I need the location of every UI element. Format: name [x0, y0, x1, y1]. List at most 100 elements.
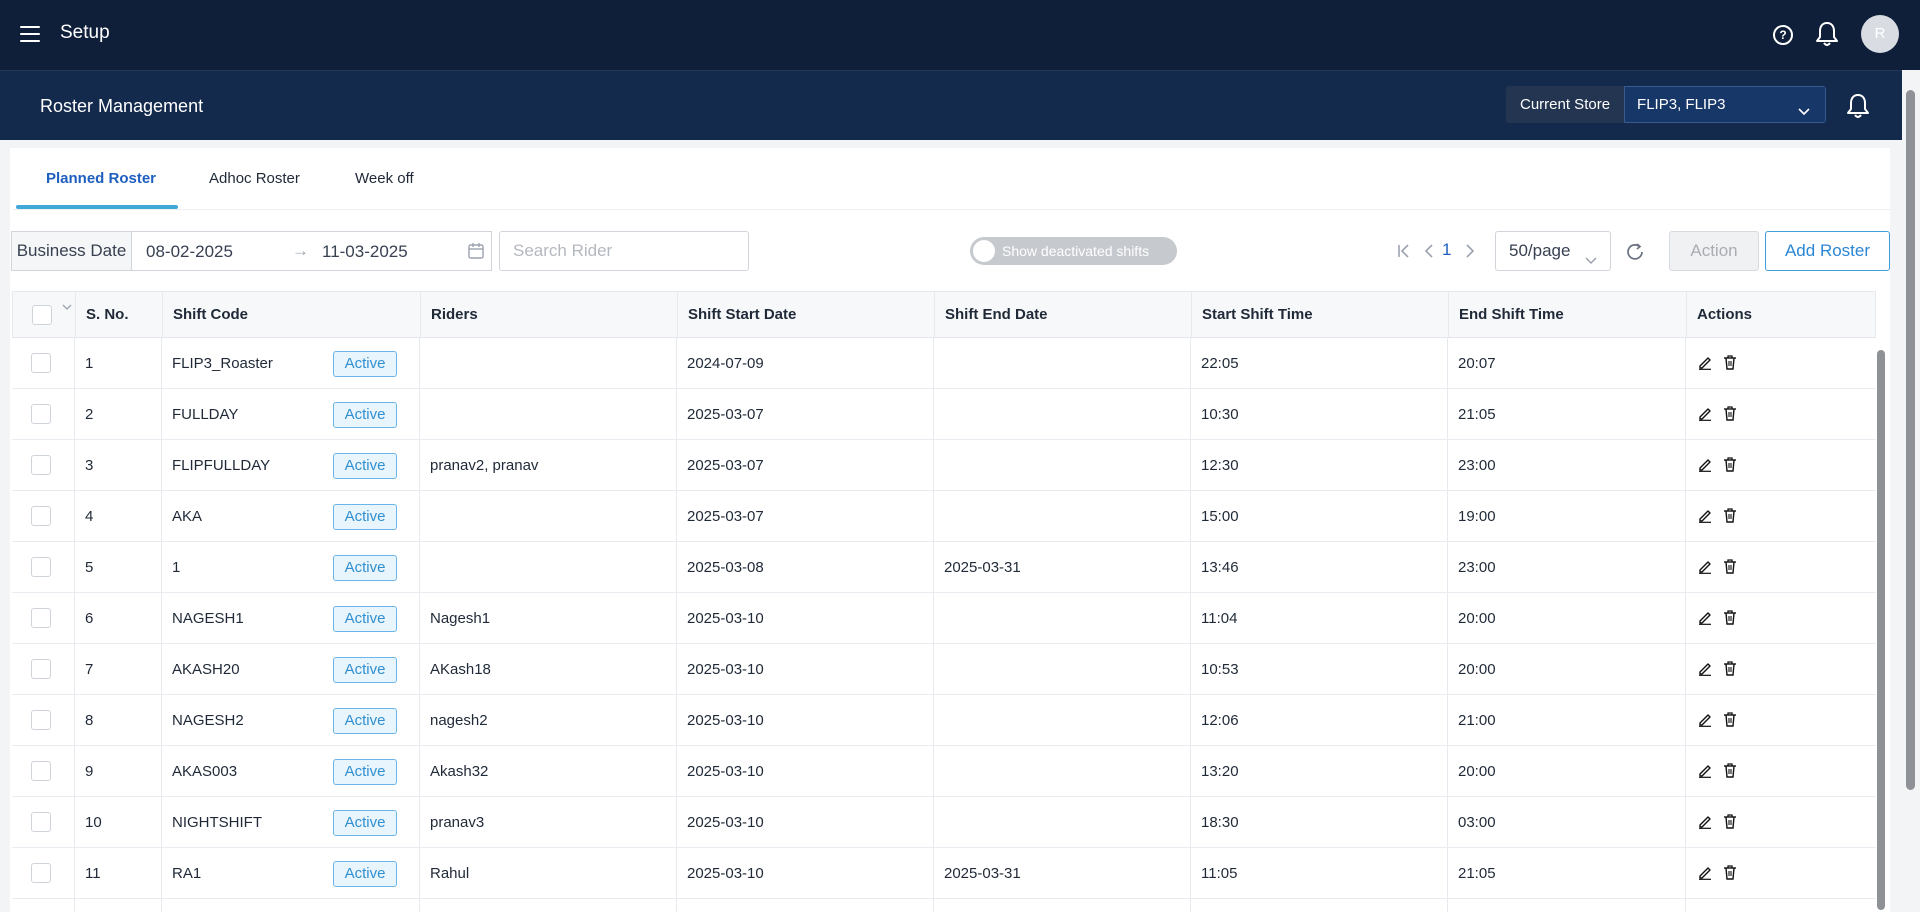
chevron-down-icon — [1797, 97, 1811, 123]
row-checkbox[interactable] — [31, 338, 51, 388]
row-checkbox[interactable] — [31, 797, 51, 847]
cell-shift-start-date: 2024-07-09 — [687, 354, 764, 372]
row-checkbox[interactable] — [31, 695, 51, 745]
table-row[interactable]: 8 NAGESH2 nagesh2 2025-03-10 12:06 21:00 Activ… — [12, 695, 1876, 746]
delete-icon[interactable] — [1722, 660, 1738, 681]
date-range-picker[interactable]: 08-02-2025 → 11-03-2025 — [132, 231, 492, 271]
table-row[interactable]: 11 RA1 Rahul 2025-03-10 2025-03-31 11:05 21:05… — [12, 848, 1876, 899]
edit-icon[interactable] — [1697, 813, 1713, 834]
header-start-shift-time: Start Shift Time — [1202, 306, 1313, 323]
main-card: Planned Roster Adhoc Roster Week off Bus… — [10, 148, 1890, 912]
page-size-select[interactable]: 50/page — [1495, 231, 1611, 271]
delete-icon[interactable] — [1722, 507, 1738, 528]
bell-icon[interactable] — [1815, 21, 1839, 52]
header-shift-end-date: Shift End Date — [945, 306, 1048, 323]
table-row[interactable]: 4 AKA 2025-03-07 15:00 19:00 Active — [12, 491, 1876, 542]
row-checkbox[interactable] — [31, 848, 51, 898]
tab-week-off[interactable]: Week off — [355, 170, 414, 187]
help-icon[interactable]: ? — [1773, 25, 1793, 45]
current-page-number[interactable]: 1 — [1442, 240, 1451, 260]
table-scrollbar[interactable] — [1875, 290, 1889, 912]
status-badge: Active — [333, 657, 397, 683]
header-shift-start-date: Shift Start Date — [688, 306, 797, 323]
edit-icon[interactable] — [1697, 864, 1713, 885]
delete-icon[interactable] — [1722, 558, 1738, 579]
table-row[interactable]: 3 FLIPFULLDAY pranav2, pranav 2025-03-07 12:… — [12, 440, 1876, 491]
refresh-icon[interactable] — [1624, 241, 1646, 268]
row-checkbox[interactable] — [31, 593, 51, 643]
delete-icon[interactable] — [1722, 456, 1738, 477]
table-row[interactable]: 7 AKASH20 AKash18 2025-03-10 10:53 20:00 Activ… — [12, 644, 1876, 695]
avatar[interactable]: R — [1861, 15, 1899, 53]
row-checkbox[interactable] — [31, 542, 51, 592]
cell-start-shift-time: 13:46 — [1201, 558, 1239, 576]
cell-sno: 6 — [85, 609, 94, 627]
row-checkbox[interactable] — [31, 899, 51, 912]
first-page-icon[interactable] — [1397, 242, 1411, 265]
action-button[interactable]: Action — [1669, 231, 1759, 271]
page-scrollbar[interactable] — [1902, 70, 1920, 912]
edit-icon[interactable] — [1697, 405, 1713, 426]
cell-shift-code: 1 — [172, 558, 181, 576]
cell-shift-start-date: 2025-03-07 — [687, 456, 764, 474]
delete-icon[interactable] — [1722, 354, 1738, 375]
table-scroll-thumb[interactable] — [1877, 350, 1885, 910]
menu-icon[interactable] — [20, 26, 40, 42]
date-to[interactable]: 11-03-2025 — [322, 242, 408, 262]
cell-sno: 4 — [85, 507, 94, 525]
row-checkbox[interactable] — [31, 440, 51, 490]
show-deactivated-toggle[interactable]: Show deactivated shifts — [970, 237, 1177, 265]
table-row[interactable]: 6 NAGESH1 Nagesh1 2025-03-10 11:04 20:00 Activ… — [12, 593, 1876, 644]
row-checkbox[interactable] — [31, 746, 51, 796]
page-scroll-thumb[interactable] — [1906, 90, 1915, 790]
row-checkbox[interactable] — [31, 644, 51, 694]
delete-icon[interactable] — [1722, 813, 1738, 834]
tab-adhoc-roster[interactable]: Adhoc Roster — [209, 170, 300, 187]
edit-icon[interactable] — [1697, 456, 1713, 477]
edit-icon[interactable] — [1697, 558, 1713, 579]
table-row[interactable]: 1 FLIP3_Roaster 2024-07-09 22:05 20:07 Active — [12, 338, 1876, 389]
calendar-icon[interactable] — [467, 242, 485, 265]
delete-icon[interactable] — [1722, 711, 1738, 732]
store-dropdown[interactable]: FLIP3, FLIP3 — [1624, 86, 1827, 123]
row-checkbox[interactable] — [31, 389, 51, 439]
next-page-icon[interactable] — [1464, 242, 1476, 265]
row-checkbox[interactable] — [31, 491, 51, 541]
table-row[interactable]: Active — [12, 899, 1876, 912]
roster-table: S. No. Shift Code Riders Shift Start Dat… — [12, 291, 1876, 912]
notification-bell-icon[interactable] — [1846, 93, 1870, 124]
cell-start-shift-time: 13:20 — [1201, 762, 1239, 780]
table-row[interactable]: 5 1 2025-03-08 2025-03-31 13:46 23:00 Active — [12, 542, 1876, 593]
edit-icon[interactable] — [1697, 354, 1713, 375]
edit-icon[interactable] — [1697, 660, 1713, 681]
edit-icon[interactable] — [1697, 507, 1713, 528]
prev-page-icon[interactable] — [1423, 242, 1435, 265]
filter-toolbar: Business Date 08-02-2025 → 11-03-2025 Sh… — [10, 231, 1890, 271]
select-all-checkbox[interactable] — [32, 292, 52, 337]
app-title: Setup — [60, 22, 110, 43]
delete-icon[interactable] — [1722, 609, 1738, 630]
delete-icon[interactable] — [1722, 762, 1738, 783]
cell-shift-start-date: 2025-03-10 — [687, 813, 764, 831]
cell-shift-code: RA1 — [172, 864, 202, 882]
edit-icon[interactable] — [1697, 711, 1713, 732]
add-roster-button[interactable]: Add Roster — [1765, 231, 1890, 271]
cell-start-shift-time: 10:30 — [1201, 405, 1239, 423]
table-row[interactable]: 2 FULLDAY 2025-03-07 10:30 21:05 Active — [12, 389, 1876, 440]
toggle-label: Show deactivated shifts — [1002, 243, 1150, 259]
cell-shift-code: AKAS003 — [172, 762, 238, 780]
search-rider-input[interactable] — [499, 231, 749, 271]
status-badge: Active — [333, 861, 397, 887]
date-from[interactable]: 08-02-2025 — [146, 242, 233, 262]
table-row[interactable]: 10 NIGHTSHIFT pranav3 2025-03-10 18:30 03:00 A… — [12, 797, 1876, 848]
edit-icon[interactable] — [1697, 609, 1713, 630]
cell-sno: 1 — [85, 354, 94, 372]
tab-planned-roster[interactable]: Planned Roster — [46, 170, 156, 187]
delete-icon[interactable] — [1722, 864, 1738, 885]
cell-start-shift-time: 15:00 — [1201, 507, 1239, 525]
cell-sno: 3 — [85, 456, 94, 474]
edit-icon[interactable] — [1697, 762, 1713, 783]
table-row[interactable]: 9 AKAS003 Akash32 2025-03-10 13:20 20:00 Activ… — [12, 746, 1876, 797]
delete-icon[interactable] — [1722, 405, 1738, 426]
select-dropdown-icon[interactable] — [62, 291, 72, 329]
